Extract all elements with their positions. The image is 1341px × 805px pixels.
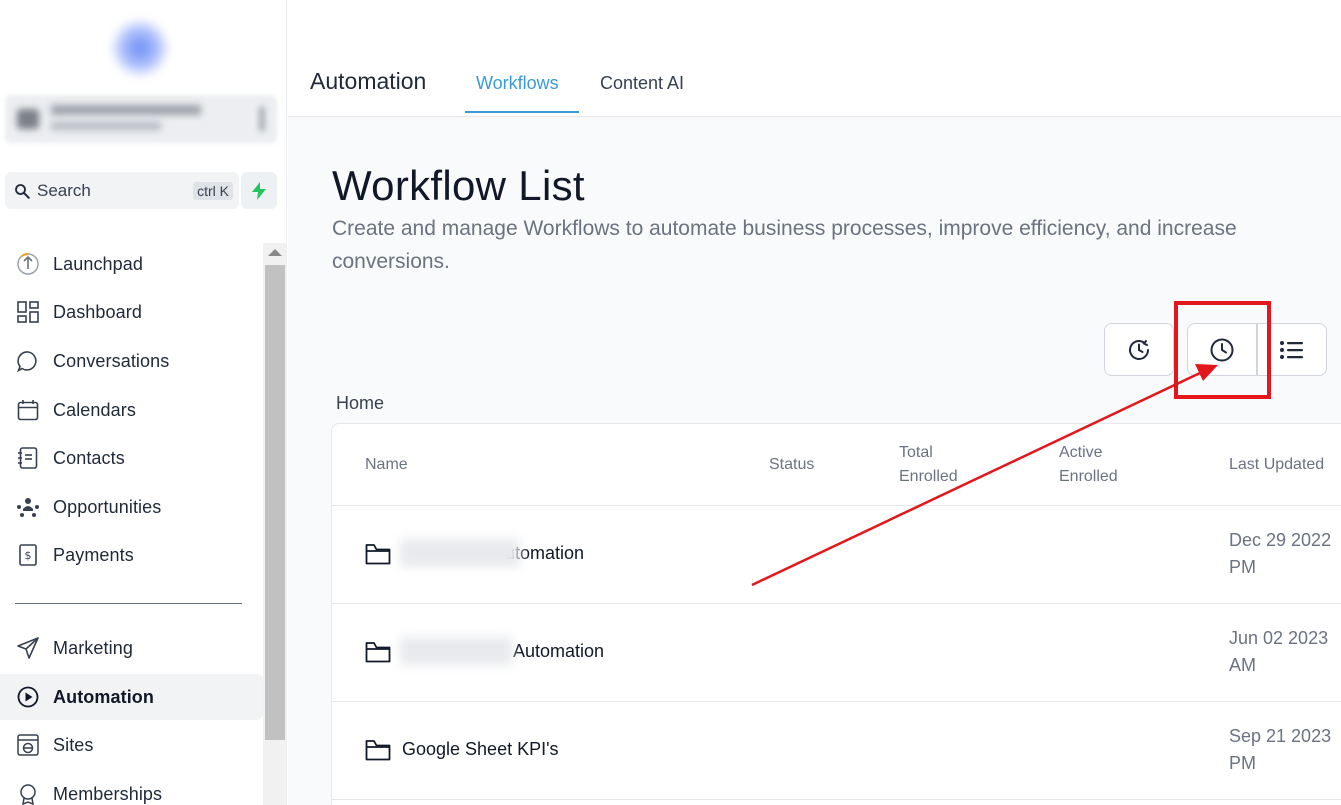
table-row[interactable]: Google Sheet KPI's Sep 21 2023 PM [332, 702, 1341, 800]
column-header-status[interactable]: Status [769, 453, 814, 477]
sidebar-scrollbar[interactable] [263, 243, 286, 805]
sidebar-item-label: Contacts [53, 447, 125, 468]
sidebar-divider [15, 603, 242, 604]
search-label: Search [37, 180, 91, 200]
column-header-total-enrolled[interactable]: Total Enrolled [899, 441, 958, 489]
calendar-icon [16, 398, 40, 422]
sites-icon [16, 733, 40, 757]
chat-bubble-icon [16, 349, 40, 373]
last-updated-date: Sep 21 2023 [1229, 726, 1332, 746]
last-updated-time: PM [1229, 557, 1256, 577]
workflow-name[interactable]: Google Sheet KPI's [402, 739, 559, 760]
quick-actions-button[interactable] [241, 172, 277, 209]
annotation-highlight-box [1174, 301, 1271, 399]
column-header-line: Enrolled [899, 468, 958, 485]
column-header-active-enrolled[interactable]: Active Enrolled [1059, 441, 1118, 489]
table-header: Name Status Total Enrolled Active Enroll… [332, 424, 1341, 506]
history-button[interactable] [1104, 323, 1174, 376]
company-logo [110, 18, 170, 78]
workflow-table: Name Status Total Enrolled Active Enroll… [331, 423, 1341, 805]
search-shortcut-badge: ctrl K [193, 181, 233, 200]
last-updated: Sep 21 2023 PM [1229, 723, 1331, 777]
folder-icon [365, 544, 391, 565]
last-updated-time: AM [1229, 655, 1256, 675]
opportunities-icon [16, 495, 40, 519]
column-header-line: Total [899, 444, 933, 461]
top-header: Automation Workflows Content AI [288, 0, 1341, 117]
last-updated: Jun 02 2023 AM [1229, 625, 1328, 679]
sidebar-item-label: Automation [53, 686, 154, 707]
last-updated: Dec 29 2022 PM [1229, 527, 1331, 581]
scroll-up-arrow-icon[interactable] [268, 249, 282, 256]
redacted-text [400, 539, 520, 567]
sidebar-item-label: Sites [53, 734, 94, 755]
sidebar-item-label: Opportunities [53, 496, 162, 517]
sidebar-item-automation[interactable]: Automation [0, 674, 263, 720]
column-header-last-updated[interactable]: Last Updated [1229, 453, 1324, 477]
memberships-icon [16, 782, 40, 805]
sidebar-item-label: Marketing [53, 637, 133, 658]
contacts-icon [16, 446, 40, 470]
sidebar-item-conversations[interactable]: Conversations [0, 338, 263, 384]
sidebar-item-marketing[interactable]: Marketing [0, 625, 263, 671]
lightning-bolt-icon [252, 181, 266, 200]
column-header-name[interactable]: Name [365, 453, 408, 477]
breadcrumb[interactable]: Home [336, 393, 384, 414]
last-updated-date: Jun 02 2023 [1229, 628, 1329, 648]
sidebar-item-dashboard[interactable]: Dashboard [0, 289, 263, 335]
tab-content-ai[interactable]: Content AI [600, 73, 684, 94]
column-header-line: Enrolled [1059, 468, 1118, 485]
scrollbar-thumb[interactable] [265, 265, 285, 740]
main-content: Workflow List Create and manage Workflow… [288, 118, 1341, 805]
tab-workflows[interactable]: Workflows [476, 73, 559, 94]
sidebar-item-sites[interactable]: Sites [0, 722, 263, 768]
sidebar-item-label: Memberships [53, 783, 163, 804]
table-row[interactable]: Automation Jun 02 2023 AM [332, 604, 1341, 702]
folder-icon [365, 740, 391, 761]
sidebar-item-label: Calendars [53, 399, 136, 420]
last-updated-date: Dec 29 2022 [1229, 530, 1332, 550]
account-switcher[interactable] [5, 95, 277, 143]
launchpad-icon [16, 252, 40, 276]
clock-history-icon [1129, 339, 1149, 360]
column-header-line: Active [1059, 444, 1103, 461]
payments-icon: $ [16, 543, 40, 567]
workflow-name[interactable]: Automation [513, 641, 604, 662]
section-title: Automation [310, 68, 427, 94]
sidebar-item-label: Payments [53, 544, 134, 565]
last-updated-time: PM [1229, 753, 1256, 773]
sidebar-item-contacts[interactable]: Contacts [0, 435, 263, 481]
search-icon [15, 183, 30, 199]
svg-text:$: $ [25, 549, 32, 562]
sidebar-item-label: Launchpad [53, 253, 143, 274]
active-tab-indicator [465, 111, 579, 113]
dashboard-icon [16, 300, 40, 324]
send-icon [16, 636, 40, 660]
table-row[interactable]: utomation Dec 29 2022 PM [332, 506, 1341, 604]
sidebar-item-memberships[interactable]: Memberships [0, 771, 263, 805]
folder-icon [365, 642, 391, 663]
search-input[interactable]: Search ctrl K [5, 172, 239, 209]
sidebar-item-payments[interactable]: $ Payments [0, 532, 263, 578]
automation-icon [16, 685, 40, 709]
list-view-icon [1280, 340, 1303, 359]
page-title: Workflow List [332, 162, 585, 209]
redacted-text [400, 637, 512, 665]
app-window: Search ctrl K Launchpad Dashboard Conver… [0, 0, 1341, 805]
sidebar: Search ctrl K Launchpad Dashboard Conver… [0, 0, 287, 805]
sidebar-item-opportunities[interactable]: Opportunities [0, 484, 263, 530]
sidebar-item-label: Dashboard [53, 301, 142, 322]
sidebar-item-calendars[interactable]: Calendars [0, 387, 263, 433]
sidebar-item-label: Conversations [53, 350, 170, 371]
page-description: Create and manage Workflows to automate … [332, 217, 1237, 273]
sidebar-item-launchpad[interactable]: Launchpad [0, 241, 263, 287]
